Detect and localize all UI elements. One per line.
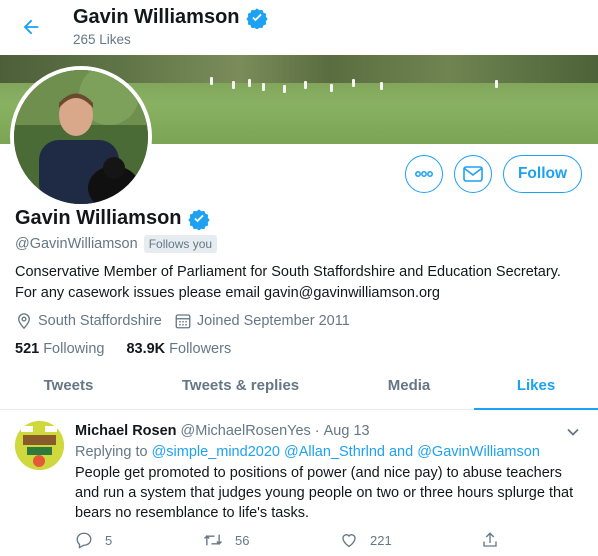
- chevron-down-icon[interactable]: [566, 425, 580, 444]
- following-count: 521: [15, 341, 40, 357]
- share-icon: [481, 531, 499, 549]
- retweet-count: 56: [235, 532, 250, 548]
- tab-tweets[interactable]: Tweets: [0, 362, 137, 409]
- verified-badge-icon: [187, 208, 210, 231]
- profile-joined: Joined September 2011: [196, 313, 350, 329]
- retweet-button[interactable]: 56: [203, 531, 249, 549]
- back-arrow-icon[interactable]: [16, 12, 46, 42]
- banner-figure: [304, 81, 307, 89]
- profile-tabs: Tweets Tweets & replies Media Likes: [0, 362, 598, 410]
- reply-count: 5: [105, 532, 113, 548]
- calendar-icon: [174, 312, 192, 330]
- profile-location: South Staffordshire: [38, 313, 162, 329]
- followers-link[interactable]: 83.9K Followers: [126, 341, 231, 357]
- tweet[interactable]: Michael Rosen @MichaelRosenYes · Aug 13 …: [0, 411, 598, 556]
- replying-prefix: Replying to: [75, 444, 148, 460]
- followers-count: 83.9K: [126, 341, 166, 357]
- header-name: Gavin Williamson: [73, 6, 240, 28]
- header-likes-count: 265 Likes: [73, 32, 131, 47]
- profile-name: Gavin Williamson: [15, 207, 182, 229]
- banner-figure: [352, 79, 355, 87]
- more-options-button[interactable]: [405, 155, 443, 193]
- banner-figure: [262, 83, 265, 91]
- top-bar: Gavin Williamson 265 Likes: [0, 0, 598, 55]
- profile-handle: @GavinWilliamson: [15, 236, 138, 252]
- banner-figure: [210, 77, 213, 85]
- tweet-author-handle[interactable]: @MichaelRosenYes: [181, 423, 311, 439]
- banner-figure: [380, 82, 383, 90]
- tab-likes[interactable]: Likes: [474, 362, 598, 410]
- profile-name-row: Gavin Williamson: [15, 207, 210, 231]
- message-icon: [463, 166, 483, 182]
- tweet-replying-to: Replying to @simple_mind2020 @Allan_Sthr…: [75, 444, 540, 460]
- profile-handle-row: @GavinWilliamson Follows you: [15, 235, 218, 253]
- banner-figure: [248, 79, 251, 87]
- like-button[interactable]: 221: [340, 531, 392, 549]
- tweet-author-name[interactable]: Michael Rosen: [75, 423, 177, 439]
- like-count: 221: [370, 532, 392, 548]
- follows-you-badge: Follows you: [143, 235, 218, 253]
- message-button[interactable]: [454, 155, 492, 193]
- header-title: Gavin Williamson: [73, 6, 268, 30]
- tab-media[interactable]: Media: [344, 362, 474, 409]
- followers-label: Followers: [169, 341, 232, 357]
- banner-figure: [495, 80, 498, 88]
- following-label: Following: [43, 341, 105, 357]
- profile-avatar[interactable]: [10, 66, 152, 208]
- tweet-actions: 5 56 221: [75, 531, 505, 551]
- reply-button[interactable]: 5: [75, 531, 112, 549]
- tweet-header: Michael Rosen @MichaelRosenYes · Aug 13: [75, 423, 370, 439]
- verified-badge-icon: [245, 7, 268, 30]
- location-icon: [15, 312, 33, 330]
- more-icon: [414, 170, 434, 178]
- share-button[interactable]: [481, 531, 499, 549]
- tweet-separator: ·: [314, 423, 320, 439]
- retweet-icon: [203, 531, 223, 549]
- tweet-text: People get promoted to positions of powe…: [75, 465, 574, 521]
- tweet-author-avatar[interactable]: [15, 421, 64, 470]
- tab-tweets-and-replies[interactable]: Tweets & replies: [137, 362, 344, 409]
- following-link[interactable]: 521 Following: [15, 341, 104, 357]
- like-icon: [340, 531, 358, 549]
- banner-figure: [330, 84, 333, 92]
- replying-to-links[interactable]: @simple_mind2020 @Allan_Sthrlnd and @Gav…: [152, 444, 540, 460]
- follow-button[interactable]: Follow: [503, 155, 582, 193]
- reply-icon: [75, 531, 93, 549]
- tweet-date[interactable]: Aug 13: [324, 423, 370, 439]
- profile-bio: Conservative Member of Parliament for So…: [15, 264, 561, 301]
- banner-figure: [283, 85, 286, 93]
- profile-counts: 521 Following 83.9K Followers: [15, 341, 231, 357]
- profile-meta: South Staffordshire Joined September 201…: [15, 312, 350, 330]
- banner-figure: [232, 81, 235, 89]
